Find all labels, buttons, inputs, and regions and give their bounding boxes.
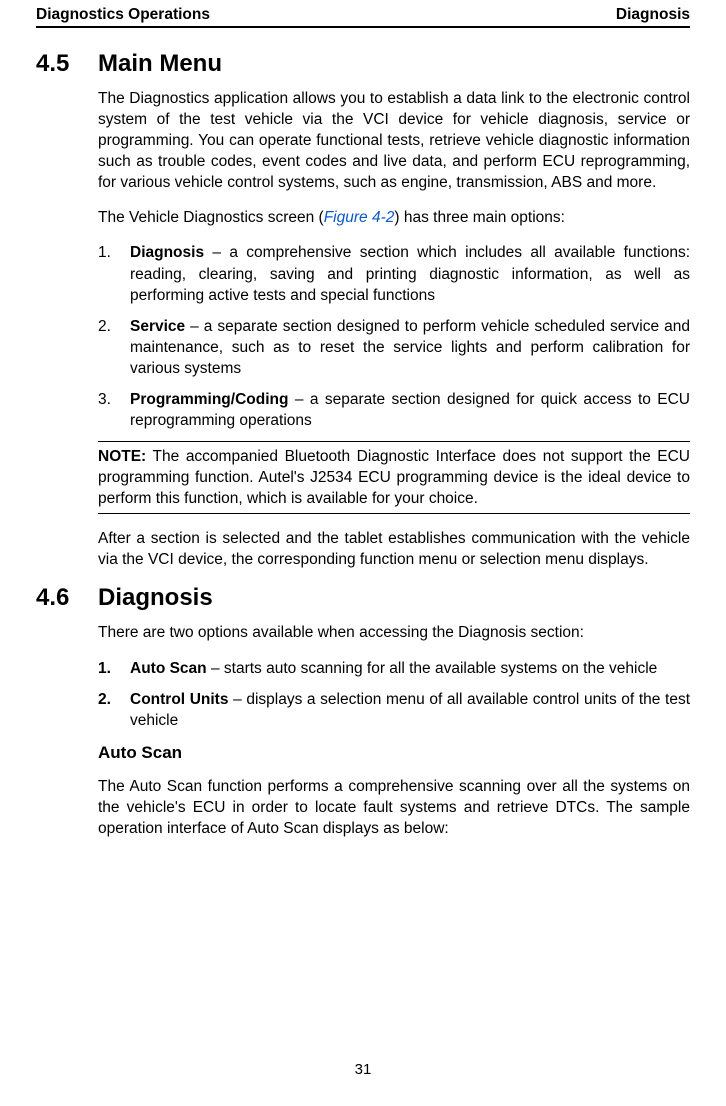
item-text: Service – a separate section designed to… <box>130 316 690 379</box>
note-box: NOTE: The accompanied Bluetooth Diagnost… <box>98 441 690 514</box>
page-number: 31 <box>0 1061 726 1078</box>
note-body: The accompanied Bluetooth Diagnostic Int… <box>98 448 690 507</box>
page: Diagnostics Operations Diagnosis 4.5 Mai… <box>0 0 726 1106</box>
item-desc: – starts auto scanning for all the avail… <box>207 660 658 677</box>
item-term: Service <box>130 318 185 335</box>
heading-4-6: 4.6 Diagnosis <box>36 584 690 612</box>
list-item: 2. Control Units – displays a selection … <box>98 689 690 731</box>
page-content: 4.5 Main Menu The Diagnostics applicatio… <box>36 28 690 839</box>
item-desc: – a separate section designed to perform… <box>130 318 690 377</box>
item-text: Diagnosis – a comprehensive section whic… <box>130 242 690 305</box>
list-item: 1. Auto Scan – starts auto scanning for … <box>98 658 690 679</box>
item-number: 1. <box>98 658 130 679</box>
item-number: 3. <box>98 389 130 431</box>
heading-4-5: 4.5 Main Menu <box>36 50 690 78</box>
item-term: Auto Scan <box>130 660 207 677</box>
item-desc: – a comprehensive section which includes… <box>130 244 690 303</box>
header-right: Diagnosis <box>616 6 690 24</box>
heading-title: Diagnosis <box>98 584 213 612</box>
item-number: 2. <box>98 689 130 731</box>
item-term: Control Units <box>130 691 228 708</box>
item-term: Programming/Coding <box>130 391 288 408</box>
item-number: 2. <box>98 316 130 379</box>
lead-paragraph: The Vehicle Diagnostics screen (Figure 4… <box>98 207 690 228</box>
section-4-5-body: The Diagnostics application allows you t… <box>98 88 690 570</box>
after-paragraph: After a section is selected and the tabl… <box>98 528 690 570</box>
item-number: 1. <box>98 242 130 305</box>
note-label: NOTE: <box>98 448 146 465</box>
lead-pre: The Vehicle Diagnostics screen ( <box>98 209 324 226</box>
list-item: 1. Diagnosis – a comprehensive section w… <box>98 242 690 305</box>
page-header: Diagnostics Operations Diagnosis <box>36 6 690 28</box>
intro-paragraph: There are two options available when acc… <box>98 622 690 643</box>
intro-paragraph: The Diagnostics application allows you t… <box>98 88 690 193</box>
subheading-auto-scan: Auto Scan <box>98 741 690 764</box>
heading-number: 4.5 <box>36 50 98 78</box>
header-left: Diagnostics Operations <box>36 6 210 24</box>
item-term: Diagnosis <box>130 244 204 261</box>
item-text: Programming/Coding – a separate section … <box>130 389 690 431</box>
heading-title: Main Menu <box>98 50 222 78</box>
item-text: Auto Scan – starts auto scanning for all… <box>130 658 690 679</box>
list-item: 2. Service – a separate section designed… <box>98 316 690 379</box>
diagnosis-options-list: 1. Auto Scan – starts auto scanning for … <box>98 658 690 731</box>
item-text: Control Units – displays a selection men… <box>130 689 690 731</box>
list-item: 3. Programming/Coding – a separate secti… <box>98 389 690 431</box>
figure-reference[interactable]: Figure 4-2 <box>324 209 395 226</box>
heading-number: 4.6 <box>36 584 98 612</box>
main-menu-options-list: 1. Diagnosis – a comprehensive section w… <box>98 242 690 431</box>
section-4-6-body: There are two options available when acc… <box>98 622 690 839</box>
lead-post: ) has three main options: <box>394 209 565 226</box>
auto-scan-paragraph: The Auto Scan function performs a compre… <box>98 776 690 839</box>
